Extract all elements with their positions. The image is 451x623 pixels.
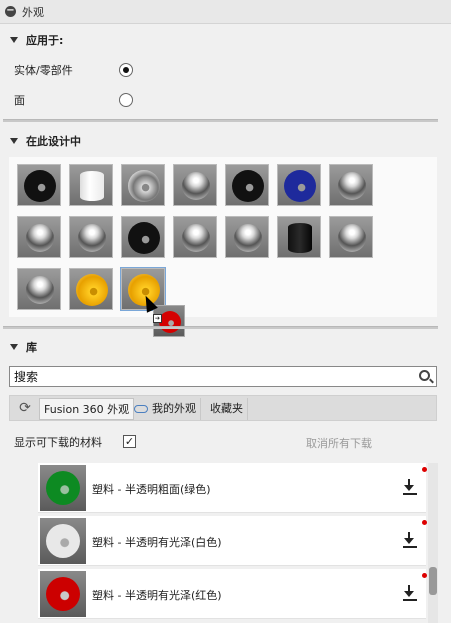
triangle-down-icon[interactable] xyxy=(10,138,18,144)
red-ring-icon xyxy=(46,577,80,611)
minus-circle-icon[interactable]: − xyxy=(5,6,16,17)
appearance-swatch[interactable] xyxy=(225,164,269,206)
cloud-icon xyxy=(134,405,148,413)
appearance-swatch[interactable] xyxy=(173,164,217,206)
appearance-swatch[interactable] xyxy=(277,216,321,258)
apply-to-header[interactable]: 应用于: xyxy=(0,30,63,50)
new-indicator-dot xyxy=(422,467,427,472)
material-list: 塑料 - 半透明粗面(绿色) 塑料 - 半透明有光泽(白色) 塑料 - 半透明有… xyxy=(38,463,427,623)
list-item[interactable]: 塑料 - 半透明有光泽(红色) xyxy=(38,569,427,619)
new-indicator-dot xyxy=(422,520,427,525)
download-icon[interactable] xyxy=(402,531,418,549)
tab-favorites[interactable]: 收藏夹 xyxy=(206,398,248,420)
chrome-sphere-icon xyxy=(78,224,106,252)
white-cylinder-icon xyxy=(80,171,104,201)
appearance-swatch[interactable] xyxy=(121,216,165,258)
in-design-header[interactable]: 在此设计中 xyxy=(0,131,81,151)
black-ring-icon xyxy=(128,222,160,254)
chrome-sphere-icon xyxy=(338,172,366,200)
triangle-down-icon[interactable] xyxy=(10,37,18,43)
show-downloadable-checkbox[interactable]: ✓ xyxy=(123,435,136,448)
appearance-swatch[interactable] xyxy=(69,216,113,258)
material-thumbnail xyxy=(40,465,86,511)
triangle-down-icon[interactable] xyxy=(10,344,18,350)
tab-label: 我的外观 xyxy=(152,402,196,415)
chrome-sphere-icon xyxy=(234,224,262,252)
red-ring-icon xyxy=(159,311,181,333)
apply-to-option-face[interactable]: 面 xyxy=(0,89,451,111)
gold-ring-icon xyxy=(76,274,108,306)
option-label: 面 xyxy=(14,94,25,107)
library-header[interactable]: 库 xyxy=(0,337,37,357)
material-name: 塑料 - 半透明有光泽(红色) xyxy=(92,589,222,602)
tab-label: 收藏夹 xyxy=(210,402,243,415)
section-divider xyxy=(3,326,438,329)
black-cylinder-icon xyxy=(288,223,312,253)
appearance-swatch[interactable] xyxy=(17,164,61,206)
show-downloadable-row: 显示可下载的材料 ✓ 取消所有下载 xyxy=(14,433,434,451)
scrollbar-thumb[interactable] xyxy=(429,567,437,595)
green-ring-icon xyxy=(46,471,80,505)
appearance-swatch[interactable] xyxy=(173,216,217,258)
search-input[interactable] xyxy=(10,367,405,386)
radio-face[interactable] xyxy=(119,93,133,107)
tab-fusion360[interactable]: Fusion 360 外观 xyxy=(39,398,135,420)
appearance-swatch[interactable] xyxy=(17,268,61,310)
cancel-all-downloads-link[interactable]: 取消所有下载 xyxy=(306,435,372,451)
appearance-swatch[interactable] xyxy=(329,216,373,258)
list-scrollbar[interactable] xyxy=(428,463,438,623)
appearance-swatch[interactable] xyxy=(225,216,269,258)
list-item[interactable]: 塑料 - 半透明有光泽(白色) xyxy=(38,516,427,566)
download-icon[interactable] xyxy=(402,478,418,496)
section-divider xyxy=(3,119,438,122)
drag-add-icon: ➔ xyxy=(153,314,162,323)
panel-title: 外观 xyxy=(22,5,44,19)
white-ring-icon xyxy=(46,524,80,558)
apply-to-option-body[interactable]: 实体/零部件 xyxy=(0,59,451,81)
appearance-swatch[interactable] xyxy=(329,164,373,206)
search-icon[interactable] xyxy=(419,370,430,381)
chrome-sphere-icon xyxy=(182,172,210,200)
appearance-swatch[interactable] xyxy=(69,164,113,206)
glass-ring-icon xyxy=(128,170,160,202)
material-thumbnail xyxy=(40,571,86,617)
apply-to-heading: 应用于: xyxy=(26,34,64,47)
appearance-swatch[interactable] xyxy=(277,164,321,206)
material-name: 塑料 - 半透明有光泽(白色) xyxy=(92,536,222,549)
blue-ring-icon xyxy=(284,170,316,202)
tab-label: Fusion 360 外观 xyxy=(44,403,130,416)
refresh-icon[interactable]: ⟳ xyxy=(14,399,36,417)
black-ring-icon xyxy=(232,170,264,202)
tab-my-appearances[interactable]: 我的外观 xyxy=(130,398,201,420)
search-box[interactable] xyxy=(9,366,437,387)
appearance-swatch[interactable] xyxy=(121,164,165,206)
in-design-heading: 在此设计中 xyxy=(26,135,81,148)
radio-body[interactable] xyxy=(119,63,133,77)
chrome-sphere-icon xyxy=(26,276,54,304)
chrome-sphere-icon xyxy=(338,224,366,252)
chrome-sphere-icon xyxy=(26,224,54,252)
library-heading: 库 xyxy=(26,341,37,354)
appearance-swatch[interactable] xyxy=(17,216,61,258)
panel-header[interactable]: − 外观 xyxy=(0,0,451,24)
list-item[interactable]: 塑料 - 半透明粗面(绿色) xyxy=(38,463,427,513)
download-icon[interactable] xyxy=(402,584,418,602)
new-indicator-dot xyxy=(422,573,427,578)
material-thumbnail xyxy=(40,518,86,564)
option-label: 实体/零部件 xyxy=(14,64,73,77)
material-name: 塑料 - 半透明粗面(绿色) xyxy=(92,483,211,496)
chrome-sphere-icon xyxy=(182,224,210,252)
show-downloadable-label: 显示可下载的材料 xyxy=(14,436,102,449)
library-tabbar: ⟳ Fusion 360 外观 我的外观 收藏夹 xyxy=(9,395,437,421)
appearance-swatch[interactable] xyxy=(69,268,113,310)
appearance-grid xyxy=(9,157,437,317)
black-ring-icon xyxy=(24,170,56,202)
